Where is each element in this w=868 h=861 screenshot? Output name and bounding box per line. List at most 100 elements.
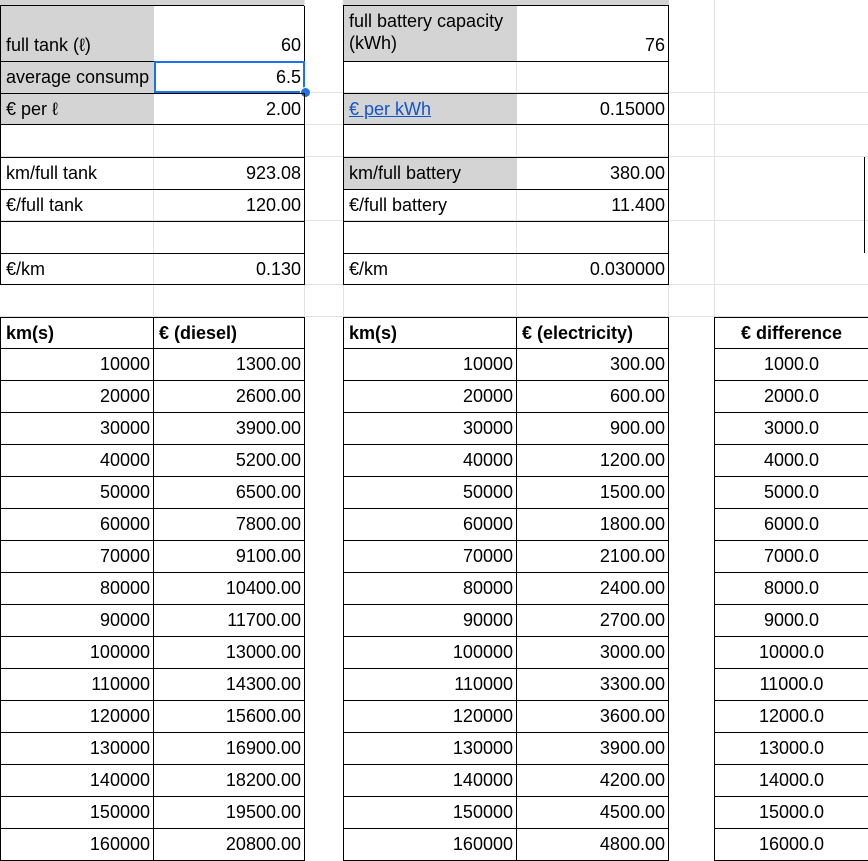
km-electric-cell[interactable]: 120000 <box>343 701 517 733</box>
eur-electric-cell[interactable]: 4500.00 <box>516 797 669 829</box>
eur-diesel-cell[interactable]: 13000.00 <box>153 637 305 669</box>
difference-cell[interactable]: 3000.0 <box>714 413 868 445</box>
km-electric-cell[interactable]: 130000 <box>343 733 517 765</box>
eur-diesel-cell[interactable]: 18200.00 <box>153 765 305 797</box>
difference-cell[interactable]: 1000.0 <box>714 349 868 381</box>
km-electric-cell[interactable]: 150000 <box>343 797 517 829</box>
eur-diesel-cell[interactable]: 2600.00 <box>153 381 305 413</box>
full-tank-value[interactable]: 60 <box>154 6 305 61</box>
battery-capacity-label[interactable]: full battery capacity (kWh) <box>343 6 517 61</box>
km-electric-cell[interactable]: 10000 <box>343 349 517 381</box>
km-diesel-cell[interactable]: 20000 <box>0 381 154 413</box>
km-diesel-cell[interactable]: 40000 <box>0 445 154 477</box>
eur-electric-cell[interactable]: 1800.00 <box>516 509 669 541</box>
km-electric-cell[interactable]: 60000 <box>343 509 517 541</box>
eur-diesel-cell[interactable]: 9100.00 <box>153 541 305 573</box>
eur-electric-cell[interactable]: 2100.00 <box>516 541 669 573</box>
km-diesel-cell[interactable]: 130000 <box>0 733 154 765</box>
difference-cell[interactable]: 2000.0 <box>714 381 868 413</box>
km-full-battery-label[interactable]: km/full battery <box>343 157 517 189</box>
empty-cell[interactable] <box>343 125 669 157</box>
price-per-kwh-link[interactable]: € per kWh <box>349 99 431 119</box>
eur-diesel-cell[interactable]: 16900.00 <box>153 733 305 765</box>
eur-diesel-cell[interactable]: 19500.00 <box>153 797 305 829</box>
eur-electric-cell[interactable]: 1200.00 <box>516 445 669 477</box>
header-km-electric[interactable]: km(s) <box>343 317 517 349</box>
eur-diesel-cell[interactable]: 14300.00 <box>153 669 305 701</box>
km-diesel-cell[interactable]: 70000 <box>0 541 154 573</box>
km-diesel-cell[interactable]: 160000 <box>0 829 154 861</box>
difference-cell[interactable]: 12000.0 <box>714 701 868 733</box>
price-per-litre-label[interactable]: € per ℓ <box>0 93 154 125</box>
price-per-kwh-value[interactable]: 0.15000 <box>517 93 669 125</box>
eur-electric-cell[interactable]: 600.00 <box>516 381 669 413</box>
eur-electric-cell[interactable]: 3300.00 <box>516 669 669 701</box>
header-eur-diesel[interactable]: € (diesel) <box>153 317 305 349</box>
km-electric-cell[interactable]: 40000 <box>343 445 517 477</box>
km-diesel-cell[interactable]: 140000 <box>0 765 154 797</box>
difference-cell[interactable]: 13000.0 <box>714 733 868 765</box>
difference-cell[interactable]: 16000.0 <box>714 829 868 861</box>
difference-cell[interactable]: 15000.0 <box>714 797 868 829</box>
km-full-battery-value[interactable]: 380.00 <box>517 157 669 189</box>
empty-cell[interactable] <box>0 221 305 253</box>
eur-diesel-cell[interactable]: 3900.00 <box>153 413 305 445</box>
empty-cell[interactable] <box>343 221 669 253</box>
km-diesel-cell[interactable]: 90000 <box>0 605 154 637</box>
header-km-diesel[interactable]: km(s) <box>0 317 154 349</box>
eur-diesel-cell[interactable]: 5200.00 <box>153 445 305 477</box>
empty-cell[interactable] <box>343 61 669 93</box>
eur-electric-cell[interactable]: 1500.00 <box>516 477 669 509</box>
eur-full-battery-value[interactable]: 11.400 <box>517 189 669 221</box>
eur-diesel-cell[interactable]: 1300.00 <box>153 349 305 381</box>
eur-diesel-cell[interactable]: 15600.00 <box>153 701 305 733</box>
eur-electric-cell[interactable]: 2700.00 <box>516 605 669 637</box>
header-eur-electric[interactable]: € (electricity) <box>516 317 669 349</box>
eur-full-battery-label[interactable]: €/full battery <box>343 189 517 221</box>
km-electric-cell[interactable]: 50000 <box>343 477 517 509</box>
price-per-kwh-label[interactable]: € per kWh <box>343 93 517 125</box>
km-diesel-cell[interactable]: 50000 <box>0 477 154 509</box>
difference-cell[interactable]: 4000.0 <box>714 445 868 477</box>
km-electric-cell[interactable]: 90000 <box>343 605 517 637</box>
difference-cell[interactable]: 6000.0 <box>714 509 868 541</box>
km-diesel-cell[interactable]: 10000 <box>0 349 154 381</box>
eur-diesel-cell[interactable]: 20800.00 <box>153 829 305 861</box>
battery-capacity-value[interactable]: 76 <box>517 6 669 61</box>
eur-diesel-cell[interactable]: 10400.00 <box>153 573 305 605</box>
avg-consumption-label[interactable]: average consump <box>0 61 154 93</box>
km-electric-cell[interactable]: 80000 <box>343 573 517 605</box>
eur-per-km-value[interactable]: 0.130 <box>154 253 305 285</box>
km-diesel-cell[interactable]: 110000 <box>0 669 154 701</box>
empty-cell[interactable] <box>0 125 305 157</box>
km-electric-cell[interactable]: 30000 <box>343 413 517 445</box>
km-diesel-cell[interactable]: 120000 <box>0 701 154 733</box>
km-electric-cell[interactable]: 70000 <box>343 541 517 573</box>
km-electric-cell[interactable]: 110000 <box>343 669 517 701</box>
difference-cell[interactable]: 10000.0 <box>714 637 868 669</box>
eur-electric-cell[interactable]: 300.00 <box>516 349 669 381</box>
electric-eur-per-km-label[interactable]: €/km <box>343 253 517 285</box>
km-diesel-cell[interactable]: 80000 <box>0 573 154 605</box>
eur-electric-cell[interactable]: 2400.00 <box>516 573 669 605</box>
price-per-litre-value[interactable]: 2.00 <box>154 93 305 125</box>
km-diesel-cell[interactable]: 30000 <box>0 413 154 445</box>
km-electric-cell[interactable]: 160000 <box>343 829 517 861</box>
eur-electric-cell[interactable]: 4800.00 <box>516 829 669 861</box>
km-diesel-cell[interactable]: 150000 <box>0 797 154 829</box>
eur-diesel-cell[interactable]: 6500.00 <box>153 477 305 509</box>
avg-consumption-value[interactable]: 6.5 <box>154 61 305 93</box>
km-full-tank-label[interactable]: km/full tank <box>0 157 154 189</box>
km-full-tank-value[interactable]: 923.08 <box>154 157 305 189</box>
km-diesel-cell[interactable]: 100000 <box>0 637 154 669</box>
eur-full-tank-value[interactable]: 120.00 <box>154 189 305 221</box>
eur-electric-cell[interactable]: 900.00 <box>516 413 669 445</box>
eur-diesel-cell[interactable]: 11700.00 <box>153 605 305 637</box>
electric-eur-per-km-value[interactable]: 0.030000 <box>517 253 669 285</box>
difference-cell[interactable]: 5000.0 <box>714 477 868 509</box>
km-electric-cell[interactable]: 140000 <box>343 765 517 797</box>
difference-cell[interactable]: 9000.0 <box>714 605 868 637</box>
difference-cell[interactable]: 11000.0 <box>714 669 868 701</box>
km-electric-cell[interactable]: 20000 <box>343 381 517 413</box>
header-difference[interactable]: € difference <box>714 317 868 349</box>
